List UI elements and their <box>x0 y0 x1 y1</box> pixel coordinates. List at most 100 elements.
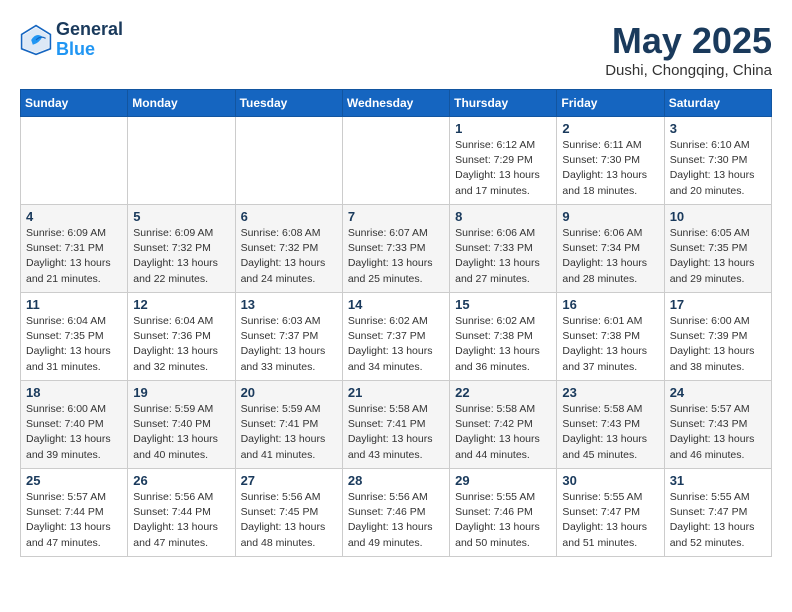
header-cell-saturday: Saturday <box>664 90 771 117</box>
calendar-cell: 18 Sunrise: 6:00 AM Sunset: 7:40 PM Dayli… <box>21 381 128 469</box>
day-number: 21 <box>348 385 444 400</box>
calendar-cell: 23 Sunrise: 5:58 AM Sunset: 7:43 PM Dayli… <box>557 381 664 469</box>
day-info: Sunrise: 6:08 AM Sunset: 7:32 PM Dayligh… <box>241 226 337 287</box>
header-cell-tuesday: Tuesday <box>235 90 342 117</box>
day-number: 12 <box>133 297 229 312</box>
day-info: Sunrise: 6:09 AM Sunset: 7:31 PM Dayligh… <box>26 226 122 287</box>
calendar-cell: 22Sunrise: 5:58 AM Sunset: 7:42 PM Dayli… <box>450 381 557 469</box>
day-number: 10 <box>670 209 766 224</box>
calendar-cell <box>128 117 235 205</box>
calendar-cell <box>21 117 128 205</box>
day-info: Sunrise: 6:02 AM Sunset: 7:38 PM Dayligh… <box>455 314 551 375</box>
calendar-cell <box>235 117 342 205</box>
calendar-week-3: 11Sunrise: 6:04 AM Sunset: 7:35 PM Dayli… <box>21 293 772 381</box>
logo-icon <box>20 24 52 56</box>
day-number: 28 <box>348 473 444 488</box>
day-number: 3 <box>670 121 766 136</box>
calendar-cell: 4 Sunrise: 6:09 AM Sunset: 7:31 PM Daylig… <box>21 205 128 293</box>
day-number: 25 <box>26 473 122 488</box>
day-info: Sunrise: 6:06 AM Sunset: 7:33 PM Dayligh… <box>455 226 551 287</box>
day-info: Sunrise: 5:58 AM Sunset: 7:42 PM Dayligh… <box>455 402 551 463</box>
calendar-cell: 30 Sunrise: 5:55 AM Sunset: 7:47 PM Dayli… <box>557 469 664 557</box>
day-info: Sunrise: 6:00 AM Sunset: 7:39 PM Dayligh… <box>670 314 766 375</box>
day-number: 6 <box>241 209 337 224</box>
day-number: 23 <box>562 385 658 400</box>
day-number: 18 <box>26 385 122 400</box>
calendar-cell: 1Sunrise: 6:12 AM Sunset: 7:29 PM Daylig… <box>450 117 557 205</box>
day-info: Sunrise: 5:55 AM Sunset: 7:47 PM Dayligh… <box>670 490 766 551</box>
calendar-cell: 13 Sunrise: 6:03 AM Sunset: 7:37 PM Dayli… <box>235 293 342 381</box>
day-info: Sunrise: 6:09 AM Sunset: 7:32 PM Dayligh… <box>133 226 229 287</box>
title-block: May 2025 Dushi, Chongqing, China <box>605 20 772 79</box>
day-number: 31 <box>670 473 766 488</box>
day-info: Sunrise: 5:56 AM Sunset: 7:45 PM Dayligh… <box>241 490 337 551</box>
day-info: Sunrise: 6:02 AM Sunset: 7:37 PM Dayligh… <box>348 314 444 375</box>
header-cell-wednesday: Wednesday <box>342 90 449 117</box>
day-info: Sunrise: 5:57 AM Sunset: 7:44 PM Dayligh… <box>26 490 122 551</box>
day-info: Sunrise: 6:11 AM Sunset: 7:30 PM Dayligh… <box>562 138 658 199</box>
day-number: 5 <box>133 209 229 224</box>
calendar-week-2: 4 Sunrise: 6:09 AM Sunset: 7:31 PM Daylig… <box>21 205 772 293</box>
day-number: 24 <box>670 385 766 400</box>
day-number: 13 <box>241 297 337 312</box>
calendar-cell: 19 Sunrise: 5:59 AM Sunset: 7:40 PM Dayli… <box>128 381 235 469</box>
day-info: Sunrise: 6:04 AM Sunset: 7:36 PM Dayligh… <box>133 314 229 375</box>
calendar-cell: 16 Sunrise: 6:01 AM Sunset: 7:38 PM Dayli… <box>557 293 664 381</box>
calendar-cell: 27 Sunrise: 5:56 AM Sunset: 7:45 PM Dayli… <box>235 469 342 557</box>
calendar-cell: 12 Sunrise: 6:04 AM Sunset: 7:36 PM Dayli… <box>128 293 235 381</box>
calendar-cell: 24 Sunrise: 5:57 AM Sunset: 7:43 PM Dayli… <box>664 381 771 469</box>
day-number: 20 <box>241 385 337 400</box>
day-info: Sunrise: 6:03 AM Sunset: 7:37 PM Dayligh… <box>241 314 337 375</box>
header-cell-thursday: Thursday <box>450 90 557 117</box>
header-cell-sunday: Sunday <box>21 90 128 117</box>
day-number: 4 <box>26 209 122 224</box>
day-number: 8 <box>455 209 551 224</box>
day-info: Sunrise: 5:55 AM Sunset: 7:46 PM Dayligh… <box>455 490 551 551</box>
day-info: Sunrise: 5:59 AM Sunset: 7:40 PM Dayligh… <box>133 402 229 463</box>
day-number: 26 <box>133 473 229 488</box>
calendar-table: SundayMondayTuesdayWednesdayThursdayFrid… <box>20 89 772 557</box>
day-info: Sunrise: 6:01 AM Sunset: 7:38 PM Dayligh… <box>562 314 658 375</box>
day-info: Sunrise: 5:59 AM Sunset: 7:41 PM Dayligh… <box>241 402 337 463</box>
calendar-cell: 7 Sunrise: 6:07 AM Sunset: 7:33 PM Daylig… <box>342 205 449 293</box>
header-cell-friday: Friday <box>557 90 664 117</box>
day-info: Sunrise: 5:55 AM Sunset: 7:47 PM Dayligh… <box>562 490 658 551</box>
calendar-cell: 20 Sunrise: 5:59 AM Sunset: 7:41 PM Dayli… <box>235 381 342 469</box>
location: Dushi, Chongqing, China <box>605 62 772 79</box>
month-title: May 2025 <box>605 20 772 62</box>
day-info: Sunrise: 5:57 AM Sunset: 7:43 PM Dayligh… <box>670 402 766 463</box>
day-info: Sunrise: 6:07 AM Sunset: 7:33 PM Dayligh… <box>348 226 444 287</box>
calendar-cell: 11Sunrise: 6:04 AM Sunset: 7:35 PM Dayli… <box>21 293 128 381</box>
calendar-cell: 17Sunrise: 6:00 AM Sunset: 7:39 PM Dayli… <box>664 293 771 381</box>
header-cell-monday: Monday <box>128 90 235 117</box>
header-row: SundayMondayTuesdayWednesdayThursdayFrid… <box>21 90 772 117</box>
calendar-cell: 26 Sunrise: 5:56 AM Sunset: 7:44 PM Dayli… <box>128 469 235 557</box>
day-number: 2 <box>562 121 658 136</box>
calendar-week-5: 25 Sunrise: 5:57 AM Sunset: 7:44 PM Dayli… <box>21 469 772 557</box>
day-info: Sunrise: 6:00 AM Sunset: 7:40 PM Dayligh… <box>26 402 122 463</box>
day-number: 30 <box>562 473 658 488</box>
logo: General Blue <box>20 20 123 60</box>
calendar-cell: 14Sunrise: 6:02 AM Sunset: 7:37 PM Dayli… <box>342 293 449 381</box>
calendar-cell: 31 Sunrise: 5:55 AM Sunset: 7:47 PM Dayli… <box>664 469 771 557</box>
day-info: Sunrise: 6:12 AM Sunset: 7:29 PM Dayligh… <box>455 138 551 199</box>
logo-line1: General <box>56 20 123 40</box>
calendar-cell: 10 Sunrise: 6:05 AM Sunset: 7:35 PM Dayli… <box>664 205 771 293</box>
calendar-cell: 6 Sunrise: 6:08 AM Sunset: 7:32 PM Daylig… <box>235 205 342 293</box>
day-info: Sunrise: 5:58 AM Sunset: 7:43 PM Dayligh… <box>562 402 658 463</box>
day-info: Sunrise: 6:05 AM Sunset: 7:35 PM Dayligh… <box>670 226 766 287</box>
day-number: 16 <box>562 297 658 312</box>
day-number: 27 <box>241 473 337 488</box>
day-info: Sunrise: 5:56 AM Sunset: 7:46 PM Dayligh… <box>348 490 444 551</box>
day-info: Sunrise: 5:56 AM Sunset: 7:44 PM Dayligh… <box>133 490 229 551</box>
calendar-body: 1Sunrise: 6:12 AM Sunset: 7:29 PM Daylig… <box>21 117 772 557</box>
calendar-cell: 9Sunrise: 6:06 AM Sunset: 7:34 PM Daylig… <box>557 205 664 293</box>
day-number: 9 <box>562 209 658 224</box>
day-number: 7 <box>348 209 444 224</box>
calendar-cell: 8 Sunrise: 6:06 AM Sunset: 7:33 PM Daylig… <box>450 205 557 293</box>
day-number: 29 <box>455 473 551 488</box>
day-number: 19 <box>133 385 229 400</box>
day-info: Sunrise: 6:04 AM Sunset: 7:35 PM Dayligh… <box>26 314 122 375</box>
page-header: General Blue May 2025 Dushi, Chongqing, … <box>20 20 772 79</box>
calendar-cell: 15Sunrise: 6:02 AM Sunset: 7:38 PM Dayli… <box>450 293 557 381</box>
